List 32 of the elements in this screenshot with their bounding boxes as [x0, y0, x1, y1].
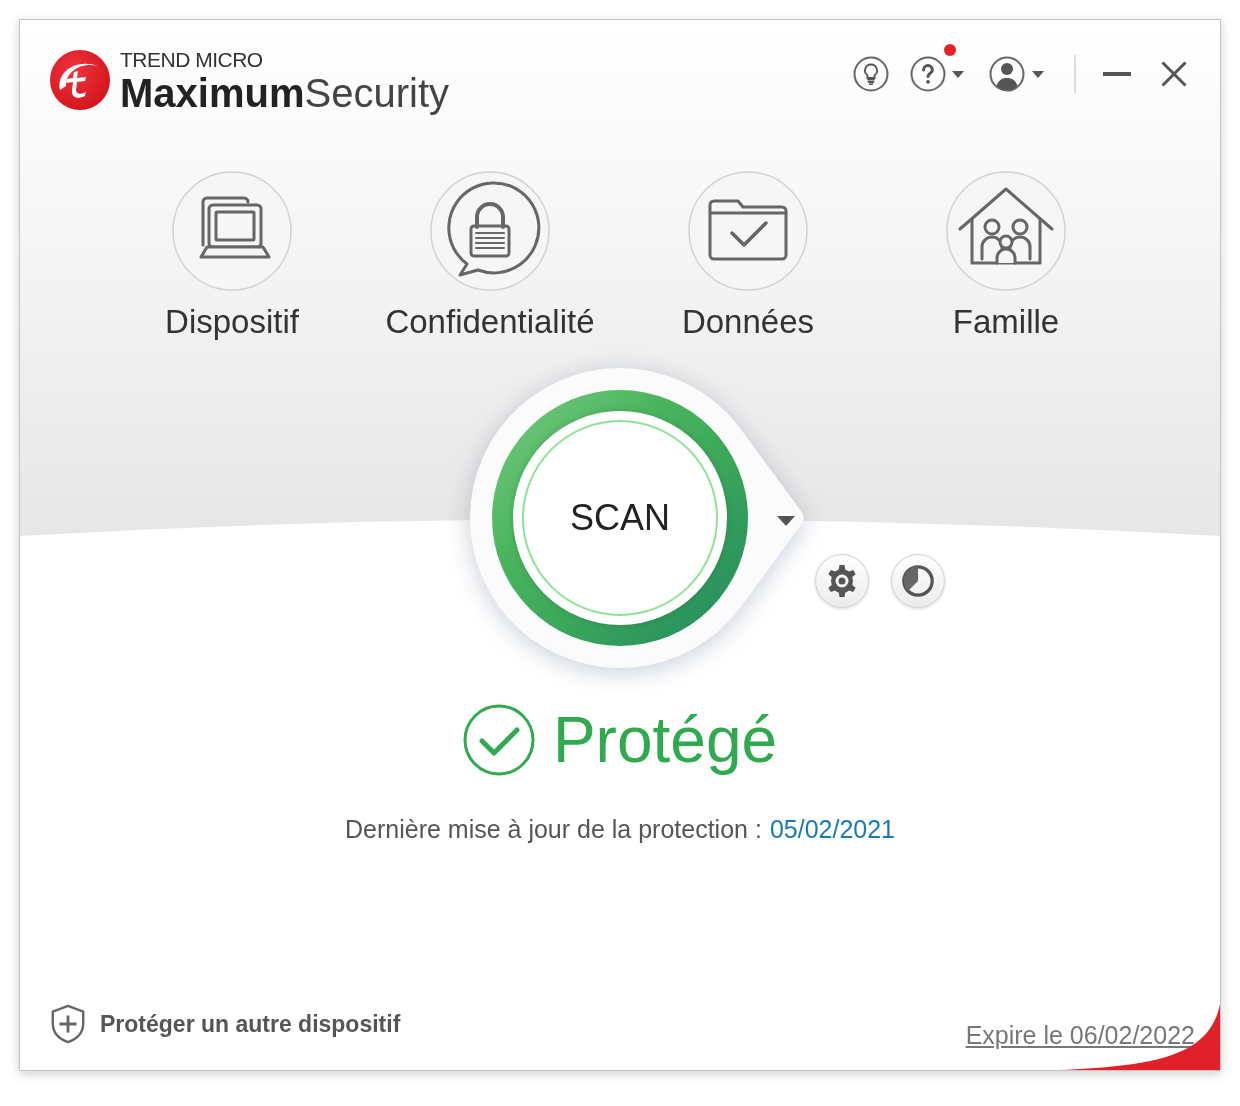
help-icon [910, 56, 946, 92]
feature-button[interactable]: Famille [946, 171, 1066, 342]
shield-plus-icon [50, 1004, 86, 1044]
user-icon [989, 56, 1025, 92]
last-update-label: Dernière mise à jour de la protection : [345, 814, 762, 844]
settings-button[interactable] [815, 554, 869, 608]
caret-icon [952, 70, 964, 78]
logo-icon [50, 50, 110, 110]
lock-bubble-icon [430, 171, 550, 291]
pie-chart-icon [901, 564, 935, 598]
product-name: MaximumSecurity [120, 71, 449, 115]
update-date-link[interactable]: 05/02/2021 [769, 814, 895, 844]
caret-icon [777, 516, 795, 526]
protect-device-button[interactable]: Protéger un autre dispositif [50, 1004, 401, 1044]
pie-chart-button[interactable] [891, 554, 945, 608]
folder-check-icon [688, 171, 808, 291]
feature-button[interactable]: Confidentialité [385, 171, 595, 342]
house-family-icon [946, 171, 1066, 291]
company-name: TREND MICRO [120, 49, 264, 71]
feature-button[interactable]: Dispositif [165, 171, 299, 342]
feature-button[interactable]: Données [681, 171, 815, 342]
close-button[interactable] [1160, 60, 1188, 88]
account-button[interactable] [989, 56, 1044, 92]
laptop-icon [172, 171, 292, 291]
lightbulb-icon [853, 56, 889, 92]
status-text: Protégé [552, 703, 778, 778]
close-icon [1161, 61, 1187, 87]
tips-button[interactable] [853, 56, 889, 92]
help-button[interactable] [910, 56, 964, 92]
minimize-icon [1103, 72, 1131, 76]
caret-icon [1032, 70, 1044, 78]
expiry-link[interactable]: Expire le 06/02/2022 [965, 1020, 1195, 1050]
